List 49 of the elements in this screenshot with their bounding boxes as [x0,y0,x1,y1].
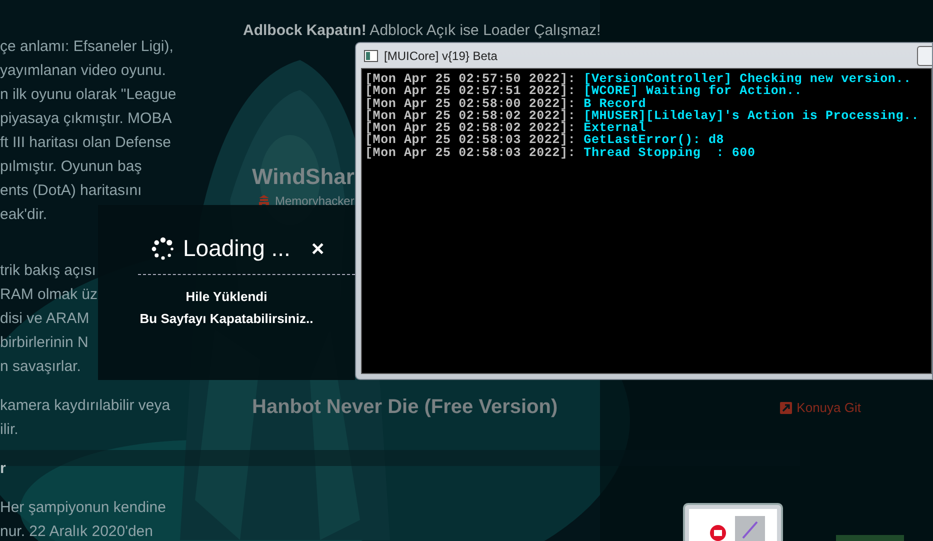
author-name[interactable]: Memoryhacker [275,194,354,208]
article-text: nur. 22 Aralık 2020'den [0,522,153,541]
log-message: [WCORE] Waiting for Action.. [584,85,802,98]
log-message: External [584,122,646,134]
log-timestamp: [Mon Apr 25 02:58:03 2022]: [365,146,576,160]
status-message: Bu Sayfayı Kapatabilirsiniz.. [140,311,314,326]
article-text: trik bakış açısı [0,261,96,281]
section-heading: r [0,459,6,479]
feather-icon [735,516,765,541]
log-timestamp: [Mon Apr 25 02:58:02 2022]: [365,110,576,122]
status-message: Hile Yüklendi [186,289,268,304]
article-text: çe anlamı: Efsaneler Ligi), [0,37,174,57]
app-logo-icon [709,524,727,541]
log-timestamp: [Mon Apr 25 02:58:00 2022]: [365,98,576,110]
article-text: RAM olmak üz [0,285,98,305]
log-message: B Record [584,98,646,110]
log-timestamp: [Mon Apr 25 02:58:02 2022]: [365,122,576,134]
log-message: [VersionController] Checking new version.. [584,73,912,86]
article-text: yayımlanan video oyunu. [0,61,166,81]
spinner-icon [150,236,176,260]
log-message: Thread Stopping : 600 [584,146,756,160]
article-text: disi ve ARAM [0,309,90,329]
article-text: ilir. [0,420,18,440]
close-button[interactable]: × [311,238,324,260]
topic-link[interactable]: Konuya Git [780,400,861,415]
console-icon [364,50,378,62]
log-message: [MHUSER][Lildelay]'s Action is Processing.. [584,110,920,122]
user-group-icon [258,195,270,207]
article-text: Her şampiyonun kendine [0,498,166,518]
log-timestamp: [Mon Apr 25 02:58:03 2022]: [365,134,576,147]
window-title: [MUICore] v{19} Beta [384,48,498,62]
article-text: n savaşırlar. [0,357,81,377]
log-timestamp: [Mon Apr 25 02:57:51 2022]: [365,85,576,98]
log-timestamp: [Mon Apr 25 02:57:50 2022]: [365,73,576,86]
article-text: pılmıştır. Oyunun baş [0,157,142,177]
article-text: eak'dir. [0,205,48,225]
topic-title[interactable]: WindShar [252,164,354,190]
adblock-notice: Adlbock Kapatın! Adblock Açık ise Loader Çalışmaz! [243,22,601,39]
article-text: ft III haritası olan Defense [0,133,171,153]
window-preview[interactable] [689,509,777,541]
article-text: kamera kaydırılabilir veya [0,396,170,416]
article-text: birbirlerinin N [0,333,88,353]
article-text: ents (DotA) haritasını [0,181,142,201]
window-control-button[interactable] [917,46,932,66]
log-message: GetLastError(): d8 [584,134,724,147]
loading-title: Loading ... [183,235,290,262]
article-text: piyasaya çıkmıştır. MOBA [0,109,172,129]
article-text: n ilk oyunu olarak "League [0,85,176,105]
topic-title[interactable]: Hanbot Never Die (Free Version) [252,396,558,419]
